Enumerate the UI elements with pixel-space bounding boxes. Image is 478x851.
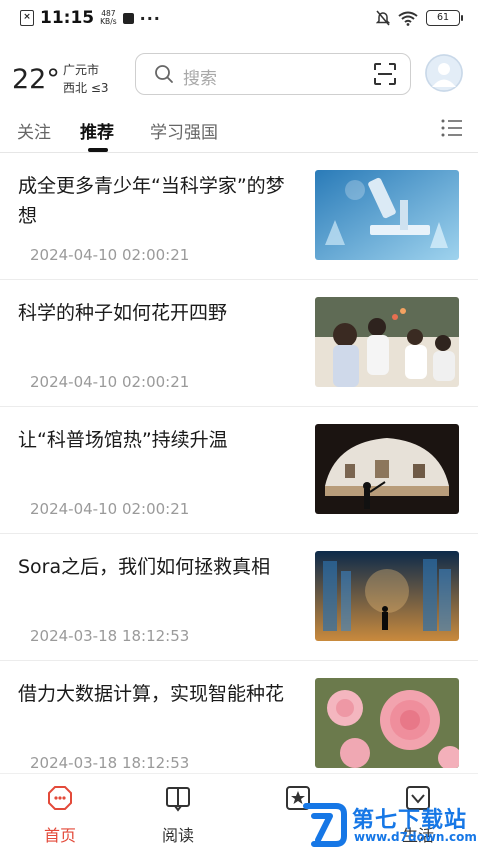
news-item[interactable]: 科学的种子如何花开四野 2024-04-10 02:00:21 [0, 280, 478, 407]
news-thumbnail-museum [315, 424, 459, 514]
nav-read[interactable]: 阅读 [138, 774, 218, 851]
nav-label: 首页 [43, 826, 76, 845]
news-title: 科学的种子如何花开四野 [18, 302, 228, 324]
scan-icon[interactable] [374, 63, 396, 85]
network-speed: 487 KB/s [100, 9, 117, 26]
news-date: 2024-03-18 18:12:53 [30, 754, 190, 772]
news-title: 借力大数据计算，实现智能种花 [18, 683, 285, 705]
channel-tabs: 关注 推荐 学习强国 [0, 108, 478, 152]
weather-city: 广元市 [63, 63, 100, 77]
close-notification-icon: × [20, 10, 34, 26]
more-notifications-icon: ··· [139, 8, 161, 28]
news-date: 2024-03-18 18:12:53 [30, 627, 190, 645]
status-time: 11:15 [40, 8, 95, 28]
news-date: 2024-04-10 02:00:21 [30, 373, 190, 391]
news-thumbnail-microscope [315, 170, 459, 260]
tab-follow[interactable]: 关注 [17, 118, 51, 143]
battery-icon: 61 [426, 10, 463, 26]
watermark: 第七下载站 www.d7down.com [300, 800, 478, 850]
avatar[interactable] [425, 54, 463, 92]
tab-xuexi-qiangguo[interactable]: 学习强国 [150, 118, 218, 143]
news-date: 2024-04-10 02:00:21 [30, 500, 190, 518]
book-icon [166, 787, 190, 812]
news-title: Sora之后，我们如何拯救真相 [18, 556, 271, 578]
news-thumbnail-digital-city [315, 551, 459, 641]
news-date: 2024-04-10 02:00:21 [30, 246, 190, 264]
weather-temperature: 22° [12, 64, 60, 95]
wifi-icon [398, 11, 418, 26]
news-title: 让“科普场馆热”持续升温 [18, 429, 228, 451]
watermark-url: www.d7down.com [354, 830, 477, 844]
search-input[interactable]: 搜索 [135, 53, 411, 95]
news-thumbnail-roses [315, 678, 459, 768]
search-placeholder: 搜索 [183, 69, 217, 89]
home-icon [48, 786, 72, 810]
nav-label: 阅读 [161, 826, 194, 845]
news-title: 成全更多青少年“当科学家”的梦想 [18, 175, 285, 227]
nav-home[interactable]: 首页 [20, 774, 100, 851]
mute-icon [376, 10, 390, 26]
channel-menu-icon[interactable] [441, 118, 463, 138]
tab-recommend[interactable]: 推荐 [80, 118, 114, 143]
news-item[interactable]: Sora之后，我们如何拯救真相 2024-03-18 18:12:53 [0, 534, 478, 661]
news-item[interactable]: 成全更多青少年“当科学家”的梦想 2024-04-10 02:00:21 [0, 153, 478, 280]
header: 22° 广元市 西北 ≤3 搜索 [0, 50, 478, 100]
d7-logo-icon [303, 803, 347, 847]
news-item[interactable]: 让“科普场馆热”持续升温 2024-04-10 02:00:21 [0, 407, 478, 534]
news-thumbnail-classroom [315, 297, 459, 387]
search-icon [155, 65, 173, 83]
status-bar: × 11:15 487 KB/s ··· 61 [0, 0, 478, 38]
app-notification-icon [122, 12, 134, 24]
news-feed: 成全更多青少年“当科学家”的梦想 2024-04-10 02:00:21 科学的… [0, 153, 478, 788]
weather-wind: 西北 ≤3 [63, 81, 109, 95]
news-item[interactable]: 借力大数据计算，实现智能种花 2024-03-18 18:12:53 [0, 661, 478, 788]
